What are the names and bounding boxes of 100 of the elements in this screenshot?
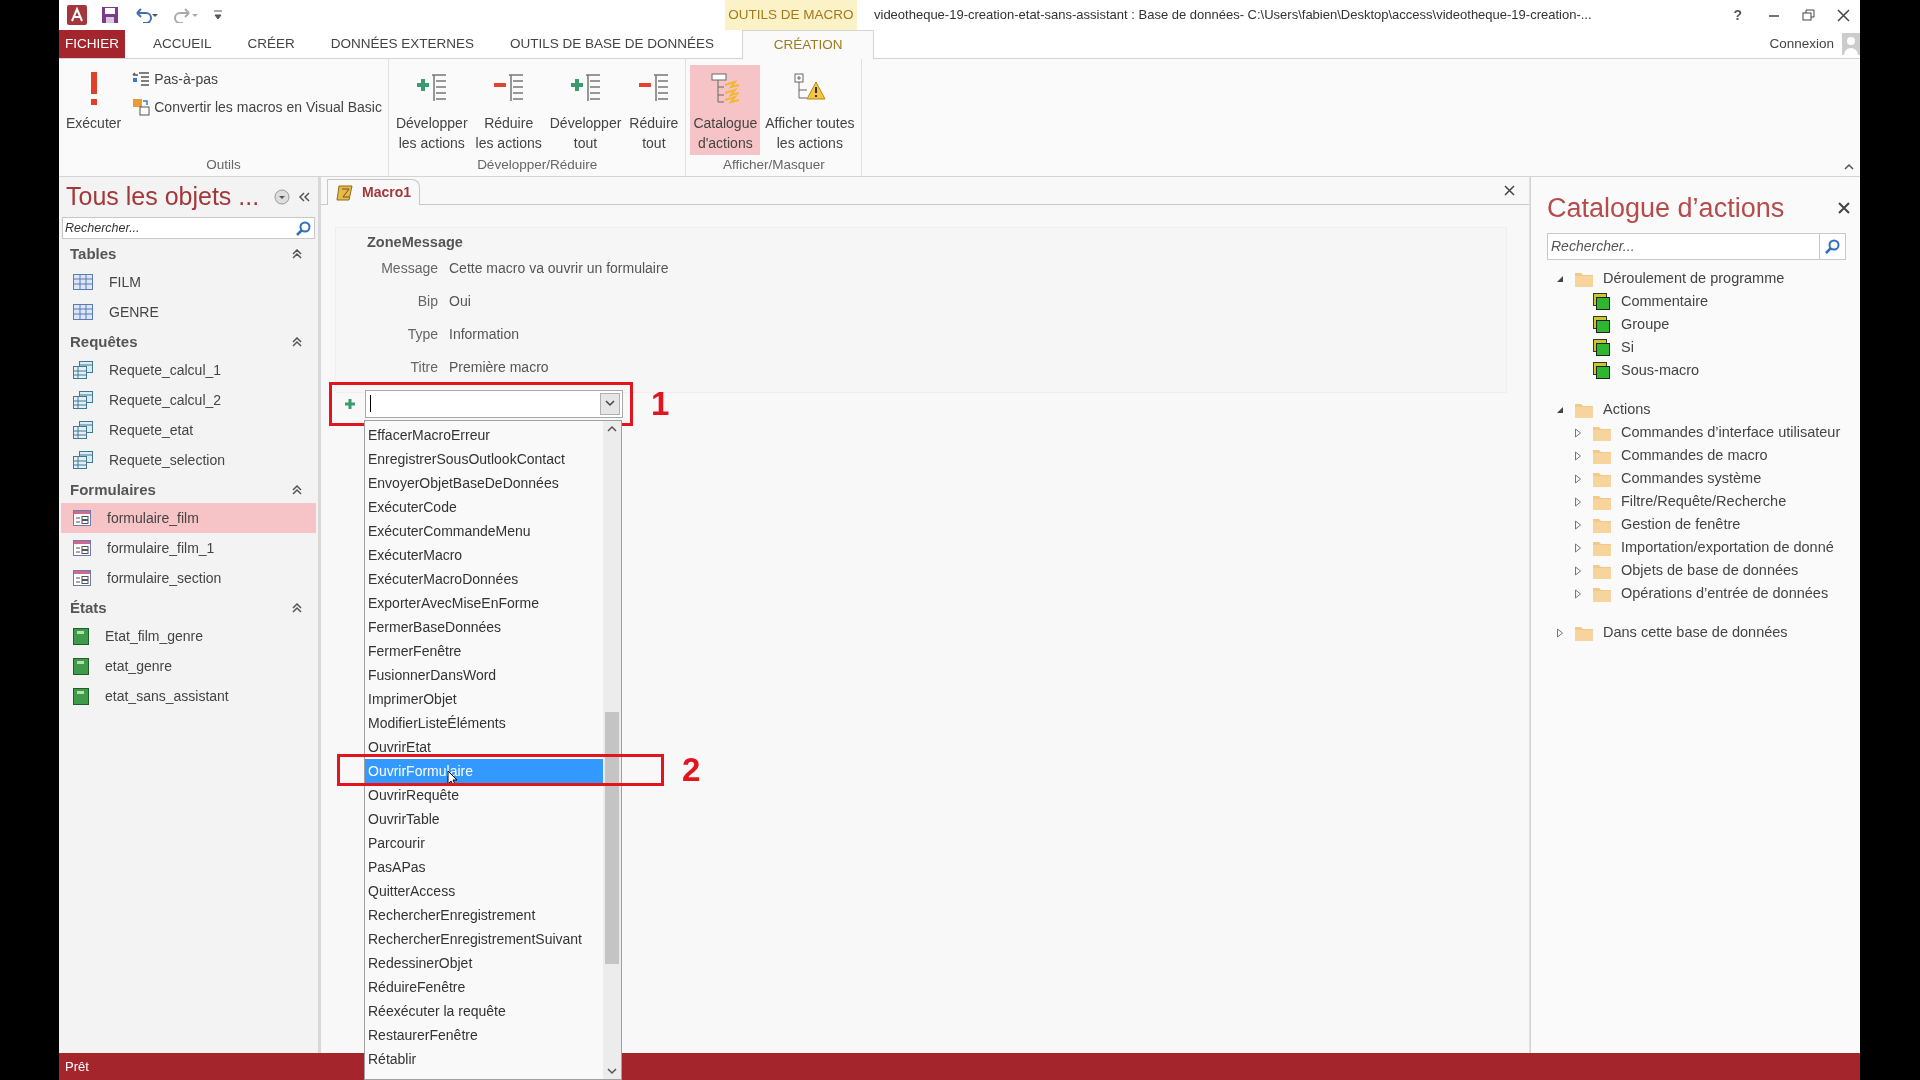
navigation-item[interactable]: formulaire_film	[61, 503, 316, 533]
ribbon-button[interactable]: Pas-à-pas	[130, 67, 384, 91]
tree-item[interactable]: Commandes système	[1621, 467, 1762, 490]
group-header[interactable]: Formulaires	[70, 478, 156, 502]
navigation-item[interactable]: FILM	[61, 267, 316, 297]
ribbon-button[interactable]: Exécuter	[63, 65, 125, 155]
ribbon-tab[interactable]: OUTILS DE BASE DE DONNÉES	[492, 30, 733, 58]
ribbon-button[interactable]: Convertir les macros en Visual Basic	[130, 95, 384, 119]
dropdown-list[interactable]	[364, 420, 622, 1080]
tree-item[interactable]: Sous-macro	[1621, 359, 1700, 382]
dropdown-item[interactable]: RechercherEnregistrement	[365, 903, 603, 927]
navigation-item[interactable]: formulaire_section	[61, 563, 316, 593]
navigation-item[interactable]: Requete_etat	[61, 415, 316, 445]
tree-item[interactable]: Commentaire	[1621, 290, 1709, 313]
ribbon-tab[interactable]: CRÉATION	[742, 30, 875, 59]
dropdown-item[interactable]: Réexécuter la requête	[365, 999, 603, 1023]
navigation-item[interactable]: formulaire_film_1	[61, 533, 316, 563]
collapsed-arrow-icon[interactable]	[1574, 496, 1582, 507]
scroll-up-icon[interactable]	[607, 425, 617, 432]
collapse-chevron-icon[interactable]	[292, 485, 302, 495]
file-tab[interactable]: FICHIER	[59, 30, 125, 58]
dropdown-circle-icon[interactable]	[274, 189, 290, 205]
action-block[interactable]: ZoneMessage Message Cette macro va ouvrir un formulaire Bip Oui Type Information Titre Première macro	[335, 227, 1507, 393]
dropdown-item[interactable]: Rétablir	[365, 1047, 603, 1071]
collapsed-arrow-icon[interactable]	[1556, 627, 1564, 638]
scrollbar-thumb[interactable]	[605, 712, 619, 964]
ribbon-button[interactable]: Réduire tout	[626, 65, 682, 155]
ribbon-tab[interactable]: ACCUEIL	[135, 30, 230, 58]
collapsed-arrow-icon[interactable]	[1574, 450, 1582, 461]
tree-item[interactable]: Objets de base de données	[1621, 559, 1799, 582]
collapsed-arrow-icon[interactable]	[1574, 588, 1582, 599]
ribbon-button[interactable]: Réduire les actions	[472, 65, 545, 155]
expanded-arrow-icon[interactable]	[1556, 405, 1564, 414]
tree-item[interactable]: Commandes de macro	[1621, 444, 1768, 467]
tree-item[interactable]: Actions	[1603, 398, 1651, 421]
dropdown-item[interactable]: OuvrirEtat	[365, 735, 603, 759]
search-icon[interactable]	[1825, 239, 1840, 254]
dropdown-item[interactable]: FusionnerDansWord	[365, 663, 603, 687]
app-logo-icon[interactable]	[67, 5, 87, 25]
close-icon[interactable]	[1504, 185, 1515, 196]
undo-icon[interactable]	[133, 7, 159, 23]
document-tab[interactable]: Macro1	[327, 179, 421, 205]
ribbon-button[interactable]: Développer tout	[546, 65, 625, 155]
dropdown-item[interactable]: FermerBaseDonnées	[365, 615, 603, 639]
search-icon[interactable]	[296, 220, 311, 236]
navigation-item[interactable]: etat_genre	[61, 651, 316, 681]
navigation-item[interactable]: Requete_selection	[61, 445, 316, 475]
close-icon[interactable]	[1837, 8, 1850, 22]
dropdown-item[interactable]: RéduireFenêtre	[365, 975, 603, 999]
expanded-arrow-icon[interactable]	[1556, 274, 1564, 283]
navigation-item[interactable]: Etat_film_genre	[61, 621, 316, 651]
dropdown-item[interactable]: PasAPas	[365, 855, 603, 879]
dropdown-item[interactable]: ExporterAvecMiseEnForme	[365, 591, 603, 615]
collapsed-arrow-icon[interactable]	[1574, 427, 1582, 438]
chevron-down-icon[interactable]	[605, 400, 615, 408]
dropdown-item[interactable]: ExécuterMacroDonnées	[365, 567, 603, 591]
dropdown-item[interactable]: ExécuterCommandeMenu	[365, 519, 603, 543]
scrollbar[interactable]	[603, 421, 621, 1079]
tree-item[interactable]: Importation/exportation de donné	[1621, 536, 1834, 559]
ribbon-button[interactable]: Catalogue d'actions	[690, 65, 761, 155]
dropdown-item[interactable]: EffacerMacroErreur	[365, 423, 603, 447]
sign-in-link[interactable]: Connexion	[1769, 33, 1834, 55]
group-header[interactable]: États	[70, 596, 107, 620]
dropdown-item[interactable]: OuvrirTable	[365, 807, 603, 831]
dropdown-item[interactable]: ImprimerObjet	[365, 687, 603, 711]
customize-caret-icon[interactable]	[213, 9, 223, 21]
navigation-item[interactable]: Requete_calcul_2	[61, 385, 316, 415]
dropdown-item[interactable]: OuvrirRequête	[365, 783, 603, 807]
dropdown-item[interactable]: EnvoyerObjetBaseDeDonnées	[365, 471, 603, 495]
dropdown-item[interactable]: RestaurerFenêtre	[365, 1023, 603, 1047]
ribbon-tab[interactable]: CRÉER	[229, 30, 313, 58]
collapse-pane-icon[interactable]	[298, 192, 310, 202]
scroll-down-icon[interactable]	[607, 1068, 617, 1075]
collapsed-arrow-icon[interactable]	[1574, 519, 1582, 530]
collapsed-arrow-icon[interactable]	[1574, 565, 1582, 576]
collapse-chevron-icon[interactable]	[292, 603, 302, 613]
tree-item[interactable]: Groupe	[1621, 313, 1670, 336]
dropdown-item[interactable]: ExécuterCode	[365, 495, 603, 519]
group-header[interactable]: Requêtes	[70, 330, 138, 354]
search-field[interactable]: Rechercher...	[62, 217, 315, 239]
tree-item[interactable]: Gestion de fenêtre	[1621, 513, 1741, 536]
dropdown-item[interactable]: EnregistrerSousOutlookContact	[365, 447, 603, 471]
dropdown-item[interactable]: RedessinerObjet	[365, 951, 603, 975]
navigation-item[interactable]: etat_sans_assistant	[61, 681, 316, 711]
tree-item[interactable]: Dans cette base de données	[1603, 621, 1788, 644]
group-header[interactable]: Tables	[70, 242, 117, 266]
navigation-pane-title[interactable]: Tous les objets ...	[66, 178, 260, 216]
ribbon-button[interactable]: Afficher toutes les actions	[762, 65, 858, 155]
dropdown-item[interactable]: QuitterAccess	[365, 879, 603, 903]
plus-icon[interactable]	[344, 397, 356, 410]
ribbon-button[interactable]: Développer les actions	[392, 65, 471, 155]
tree-item[interactable]: Déroulement de programme	[1603, 267, 1785, 290]
tree-item[interactable]: Filtre/Requête/Recherche	[1621, 490, 1787, 513]
ribbon-tab[interactable]: DONNÉES EXTERNES	[312, 30, 493, 58]
restore-icon[interactable]	[1802, 9, 1815, 21]
collapse-chevron-icon[interactable]	[292, 249, 302, 259]
dropdown-item[interactable]: ModifierListeÉléments	[365, 711, 603, 735]
collapsed-arrow-icon[interactable]	[1574, 473, 1582, 484]
search-field[interactable]: Rechercher...	[1547, 233, 1846, 260]
navigation-item[interactable]: GENRE	[61, 297, 316, 327]
